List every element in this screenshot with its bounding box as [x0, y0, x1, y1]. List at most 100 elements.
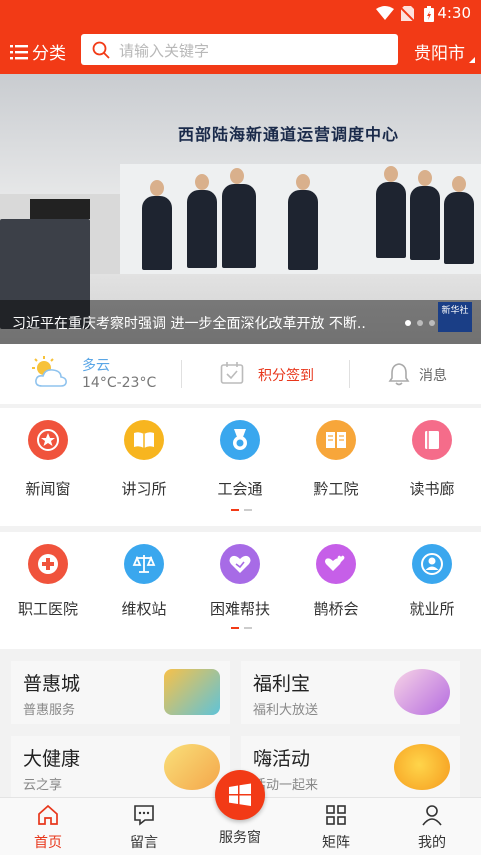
signin-label: 积分签到 — [258, 368, 314, 384]
grid-2-page-indicator — [231, 627, 252, 629]
grid-item-label: 鹊桥会 — [313, 600, 359, 618]
service-window-button[interactable] — [215, 770, 265, 820]
nav-item-home[interactable]: 首页 — [0, 798, 96, 855]
app-header: 分类 请输入关键字 贵阳市 — [0, 28, 481, 74]
search-placeholder: 请输入关键字 — [119, 42, 210, 60]
banner-caption: 习近平在重庆考察时强调 进一步全面深化改革开放 不断.. — [12, 316, 366, 332]
heart-hand-icon — [229, 555, 251, 573]
medical-cross-icon — [38, 554, 58, 574]
grid-item-lecture[interactable]: 讲习所 — [96, 408, 192, 508]
grid-item-hospital[interactable]: 职工医院 — [0, 532, 96, 632]
category-label: 分类 — [32, 44, 66, 64]
weather-condition: 多云 — [82, 358, 110, 374]
nav-item-matrix[interactable]: 矩阵 — [288, 798, 384, 855]
reader-icon — [326, 432, 346, 448]
divider — [181, 360, 182, 388]
banner-photo-person — [444, 176, 474, 264]
xinhua-logo-text: 新华社 — [441, 306, 469, 316]
nav-item-messages[interactable]: 留言 — [96, 798, 192, 855]
search-input[interactable]: 请输入关键字 — [81, 34, 398, 65]
city-label: 贵阳市 — [414, 44, 465, 64]
search-icon — [92, 41, 110, 59]
book-icon — [425, 431, 439, 449]
grid-item-news[interactable]: 新闻窗 — [0, 408, 96, 508]
service-card-title: 嗨活动 — [253, 748, 311, 770]
grid-item-union[interactable]: 工会通 — [192, 408, 288, 508]
person-icon — [421, 553, 443, 575]
grid-icon-badge — [124, 544, 164, 584]
service-card-fulibao[interactable]: 福利宝 福利大放送 — [241, 661, 460, 724]
grid-item-qiangong[interactable]: 黔工院 — [288, 408, 384, 508]
grid-icon-badge — [28, 544, 68, 584]
grid-icon-badge — [124, 420, 164, 460]
banner-pagination — [405, 320, 435, 326]
grid-item-employment[interactable]: 就业所 — [384, 532, 480, 632]
grid-item-label: 黔工院 — [313, 480, 359, 498]
service-card-title: 普惠城 — [23, 673, 81, 695]
category-button[interactable]: 分类 — [10, 39, 66, 64]
grid-item-label: 讲习所 — [121, 480, 167, 498]
user-icon — [422, 805, 442, 826]
nav-item-profile[interactable]: 我的 — [384, 798, 480, 855]
wifi-icon — [376, 6, 394, 20]
grid-icon-badge — [220, 420, 260, 460]
divider — [349, 360, 350, 388]
banner-sign-text: 西部陆海新通道运营调度中心 — [178, 125, 400, 144]
page-indicator-segment — [231, 509, 239, 511]
service-card-subtitle: 福利大放送 — [253, 703, 319, 718]
grid-icon-badge — [316, 420, 356, 460]
banner-photo-person — [142, 180, 172, 270]
trophy-illustration-icon — [394, 744, 450, 790]
calendar-check-icon — [220, 362, 244, 384]
service-card-health[interactable]: 大健康 云之享 — [11, 736, 230, 799]
chat-icon — [134, 805, 154, 826]
grid-item-label: 就业所 — [409, 600, 455, 618]
star-icon — [37, 429, 59, 451]
city-dropdown-icon — [469, 57, 475, 63]
list-menu-icon — [10, 44, 28, 59]
banner-dot — [429, 320, 435, 326]
no-sim-icon — [401, 6, 414, 21]
messages-label: 消息 — [419, 368, 447, 384]
puhui-illustration-icon — [164, 669, 220, 715]
city-selector[interactable]: 贵阳市 — [414, 39, 475, 64]
grid-item-label: 新闻窗 — [25, 480, 71, 498]
nav-label: 矩阵 — [322, 835, 350, 851]
service-card-activity[interactable]: 嗨活动 活动一起来 — [241, 736, 460, 799]
banner-dot — [417, 320, 423, 326]
home-icon — [38, 804, 58, 825]
grid-item-rights[interactable]: 维权站 — [96, 532, 192, 632]
windows-icon — [229, 783, 251, 806]
banner-photo-monitor — [30, 199, 90, 219]
service-card-title: 福利宝 — [253, 673, 311, 695]
service-card-subtitle: 云之享 — [23, 778, 63, 793]
banner-photo-person — [288, 174, 318, 270]
status-bar: 4:30 — [0, 0, 481, 28]
page-indicator-segment — [244, 627, 252, 629]
nav-label: 首页 — [34, 835, 62, 851]
gift-illustration-icon — [394, 669, 450, 715]
grid-item-label: 维权站 — [121, 600, 167, 618]
grid-item-matchmaking[interactable]: 鹊桥会 — [288, 532, 384, 632]
nav-label: 留言 — [130, 835, 158, 851]
medal-icon — [233, 429, 247, 450]
grid-icon-badge — [28, 420, 68, 460]
partly-cloudy-icon — [32, 356, 67, 387]
grid-icon-badge — [316, 544, 356, 584]
grid-icon-badge — [412, 544, 452, 584]
banner-photo-person — [410, 170, 440, 260]
grid-item-label: 工会通 — [217, 480, 263, 498]
service-card-puhui[interactable]: 普惠城 普惠服务 — [11, 661, 230, 724]
banner-photo-person — [376, 166, 406, 258]
page-indicator-segment — [244, 509, 252, 511]
grid-icon-badge — [412, 420, 452, 460]
grid-item-assistance[interactable]: 困难帮扶 — [192, 532, 288, 632]
service-card-subtitle: 普惠服务 — [23, 703, 76, 718]
grid-1-page-indicator — [231, 509, 252, 511]
grid-item-label: 职工医院 — [17, 600, 78, 618]
banner-photo-person — [222, 168, 256, 268]
feature-grid-2: 职工医院 维权站 困难帮扶 鹊桥会 就业所 — [0, 532, 481, 649]
xinhua-logo: 新华社 — [438, 302, 472, 332]
banner-caption-bar[interactable]: 习近平在重庆考察时强调 进一步全面深化改革开放 不断.. — [0, 300, 481, 344]
grid-item-reading[interactable]: 读书廊 — [384, 408, 480, 508]
